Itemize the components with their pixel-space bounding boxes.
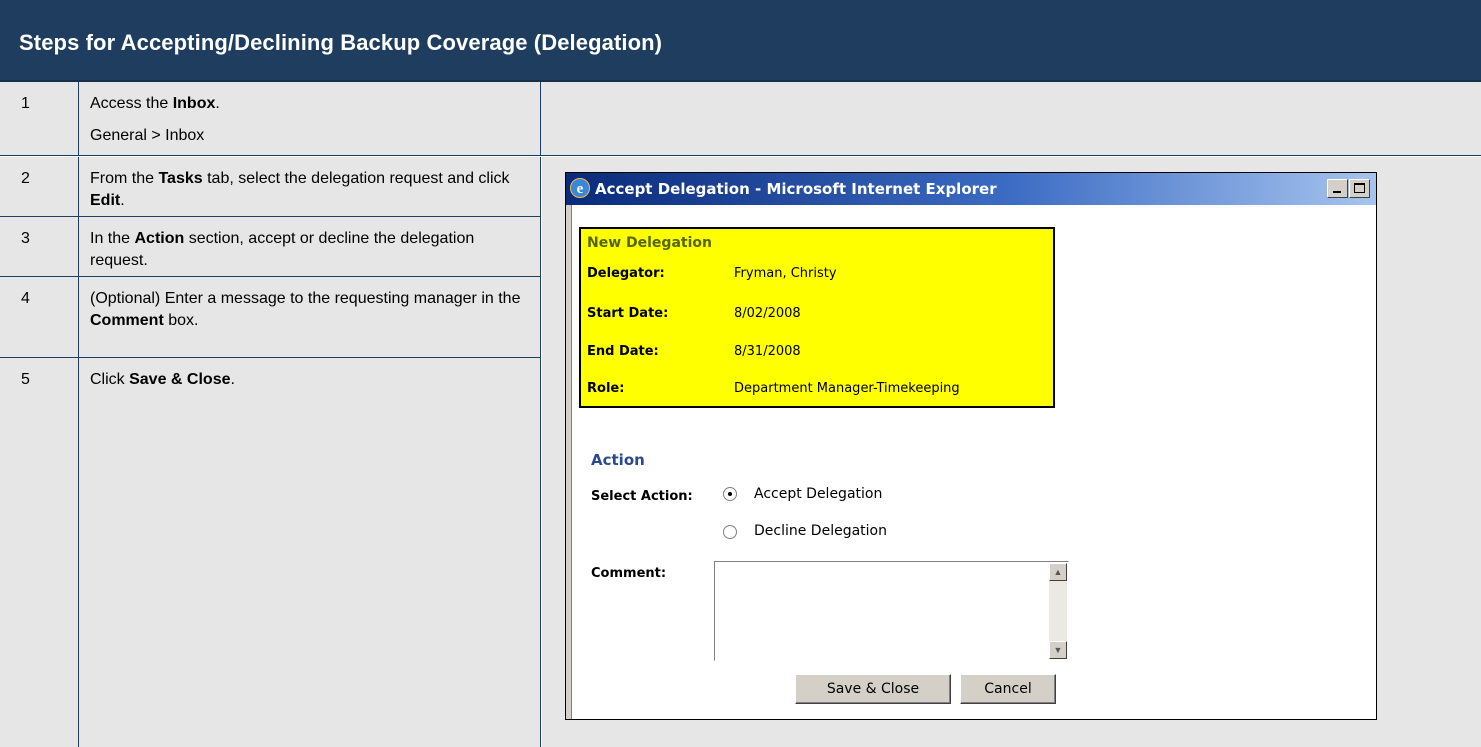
delegator-label: Delegator: [587, 266, 665, 281]
end-date-value: 8/31/2008 [734, 344, 801, 359]
delegator-value: Fryman, Christy [734, 266, 837, 281]
comment-field[interactable]: ▲ ▼ [714, 561, 1069, 661]
card-title: New Delegation [587, 235, 712, 251]
decline-delegation-label[interactable]: Decline Delegation [754, 523, 887, 539]
step-text: In the Action section, accept or decline… [90, 230, 475, 269]
minimize-icon [1333, 191, 1341, 193]
step-number: 2 [21, 170, 30, 187]
step-text-cell: From the Tasks tab, select the delegatio… [79, 157, 541, 216]
delegation-summary-card: New Delegation Delegator: Fryman, Christ… [579, 227, 1055, 408]
step-text: (Optional) Enter a message to the reques… [90, 290, 521, 329]
window-left-border [566, 205, 572, 719]
page-title: Steps for Accepting/Declining Backup Cov… [19, 30, 663, 55]
window-title: Accept Delegation - Microsoft Internet E… [595, 180, 997, 198]
step-text-cell: (Optional) Enter a message to the reques… [79, 277, 541, 357]
comment-label: Comment: [591, 566, 667, 581]
scroll-down-icon[interactable]: ▼ [1049, 641, 1067, 659]
accept-delegation-window: e Accept Delegation - Microsoft Internet… [565, 172, 1377, 720]
step-number-cell: 4 [0, 277, 79, 357]
window-titlebar[interactable]: e Accept Delegation - Microsoft Internet… [566, 173, 1376, 205]
step-text-cell: Access the Inbox. General > Inbox [79, 82, 541, 155]
comment-scrollbar[interactable]: ▲ ▼ [1049, 563, 1067, 659]
cancel-button[interactable]: Cancel [960, 674, 1056, 704]
navigation-path: General > Inbox [90, 127, 205, 144]
procedure-document: Steps for Accepting/Declining Backup Cov… [0, 0, 1481, 747]
step-text: Click Save & Close. [90, 371, 235, 388]
step-number: 3 [21, 230, 30, 247]
role-value: Department Manager-Timekeeping [734, 381, 960, 396]
accept-delegation-label[interactable]: Accept Delegation [754, 486, 882, 502]
step-number-cell: 1 [0, 82, 79, 155]
step-number: 5 [21, 371, 30, 388]
step-number-cell: 3 [0, 217, 79, 276]
step-number: 4 [21, 290, 30, 307]
accept-delegation-radio[interactable] [723, 487, 737, 501]
maximize-icon [1354, 183, 1365, 193]
maximize-button[interactable] [1349, 179, 1370, 198]
step-number-cell: 5 [0, 358, 79, 747]
save-close-button[interactable]: Save & Close [795, 674, 951, 704]
step-text: Access the Inbox. [90, 95, 220, 112]
end-date-label: End Date: [587, 344, 659, 359]
decline-delegation-radio[interactable] [723, 525, 737, 539]
document-header: Steps for Accepting/Declining Backup Cov… [0, 0, 1481, 82]
step-number-cell: 2 [0, 157, 79, 216]
step-row-1: 1 Access the Inbox. General > Inbox [0, 82, 1481, 156]
step-text: From the Tasks tab, select the delegatio… [90, 170, 510, 209]
action-section-title: Action [591, 451, 645, 469]
start-date-value: 8/02/2008 [734, 306, 801, 321]
ie-icon: e [570, 178, 590, 198]
step-text-cell: In the Action section, accept or decline… [79, 217, 541, 276]
role-label: Role: [587, 381, 625, 396]
step-number: 1 [21, 95, 30, 112]
start-date-label: Start Date: [587, 306, 669, 321]
step-text-cell: Click Save & Close. [79, 358, 541, 747]
select-action-label: Select Action: [591, 489, 693, 504]
minimize-button[interactable] [1327, 179, 1348, 198]
scroll-up-icon[interactable]: ▲ [1049, 563, 1067, 581]
